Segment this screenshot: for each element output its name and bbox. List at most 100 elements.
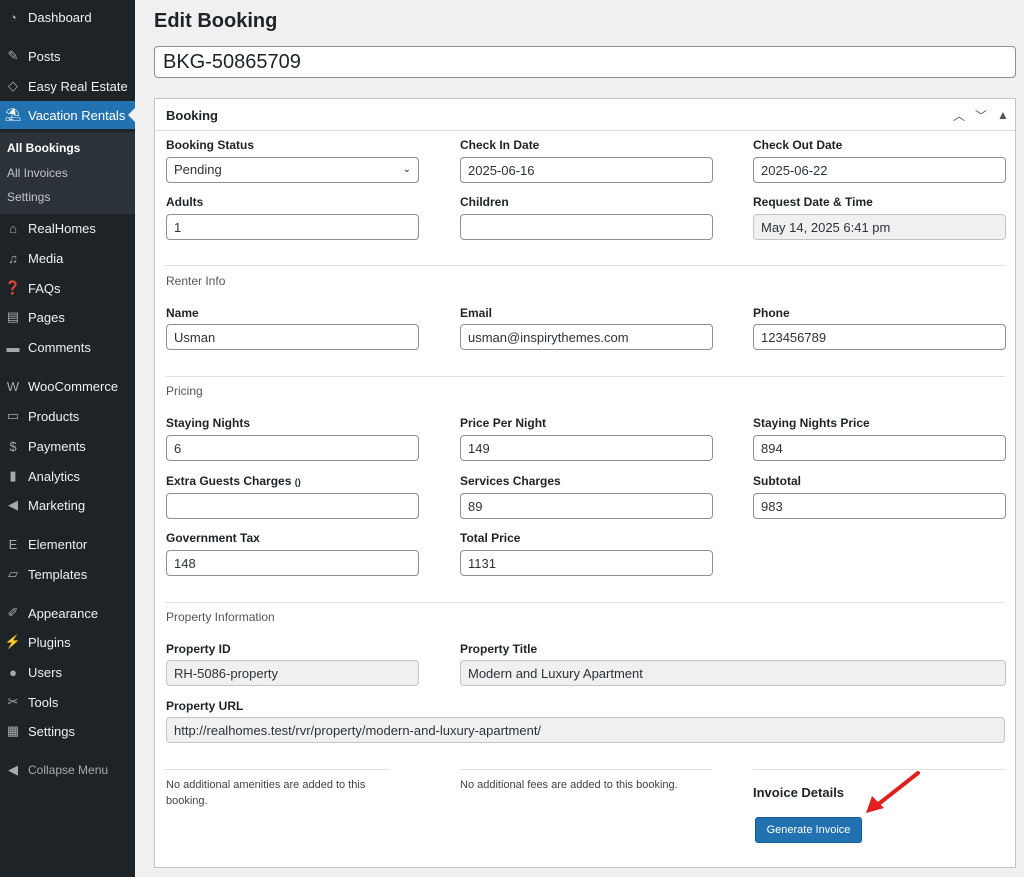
children-field[interactable]: [460, 214, 713, 240]
sidebar-item-label: Media: [28, 250, 64, 266]
folder-icon: ▱: [8, 566, 18, 581]
sidebar-item-label: Plugins: [28, 634, 71, 650]
sidebar-item-label: RealHomes: [28, 220, 96, 236]
analytics-icon: ▮: [9, 468, 17, 483]
check-in-field[interactable]: [460, 157, 713, 183]
faq-icon: ❓: [4, 280, 22, 295]
government-tax-field[interactable]: [166, 550, 419, 576]
sidebar-item-pages[interactable]: ▤ Pages: [0, 303, 135, 331]
sidebar-item-elementor[interactable]: E Elementor: [0, 530, 135, 558]
sidebar-item-dashboard[interactable]: ◔ Dashboard: [0, 3, 135, 31]
sidebar-item-label: Comments: [28, 339, 91, 355]
total-price-field[interactable]: [460, 550, 713, 576]
sidebar-item-users[interactable]: ● Users: [0, 658, 135, 686]
toggle-panel-icon[interactable]: ▲: [993, 105, 1013, 125]
page-title: Edit Booking: [154, 10, 278, 32]
sidebar-item-realhomes[interactable]: ⌂ RealHomes: [0, 214, 135, 242]
check-out-field[interactable]: [753, 157, 1006, 183]
fees-note: No additional fees are added to this boo…: [460, 779, 678, 791]
woocommerce-icon: W: [6, 378, 20, 394]
generate-invoice-button[interactable]: Generate Invoice: [755, 817, 862, 843]
sidebar-item-payments[interactable]: $ Payments: [0, 432, 135, 460]
children-label: Children: [460, 195, 509, 209]
subtotal-field[interactable]: [753, 493, 1006, 519]
sidebar-item-label: Elementor: [28, 536, 88, 552]
move-down-icon[interactable]: ﹀: [971, 105, 991, 125]
adults-field[interactable]: [166, 214, 419, 240]
submenu-item-all-bookings[interactable]: All Bookings: [7, 141, 80, 155]
comment-icon: ▬: [6, 339, 20, 355]
sidebar-item-woocommerce[interactable]: W WooCommerce: [0, 372, 135, 400]
sidebar-item-tools[interactable]: ✂ Tools: [0, 688, 135, 716]
sidebar-item-easy-real-estate[interactable]: ◇ Easy Real Estate: [0, 72, 135, 100]
extra-guests-label: Extra Guests Charges (): [166, 474, 301, 488]
sidebar-item-products[interactable]: ▭ Products: [0, 402, 135, 430]
pages-icon: ▤: [6, 309, 20, 324]
subtotal-label: Subtotal: [753, 474, 801, 488]
collapse-menu-button[interactable]: ◀ Collapse Menu: [0, 756, 135, 784]
total-price-label: Total Price: [460, 531, 521, 545]
metabox-header: Booking ︿ ﹀ ▲: [155, 99, 1015, 131]
check-in-label: Check In Date: [460, 138, 540, 152]
sidebar-item-label: Easy Real Estate: [28, 78, 128, 94]
sidebar-item-plugins[interactable]: ⚡ Plugins: [0, 628, 135, 656]
amenities-note: No additional amenities are added to thi…: [166, 779, 366, 807]
sidebar-item-posts[interactable]: ✎ Posts: [0, 42, 135, 70]
sidebar-item-label: Payments: [28, 438, 86, 454]
divider: [460, 769, 712, 770]
sidebar-item-marketing[interactable]: ◀ Marketing: [0, 491, 135, 519]
booking-status-select[interactable]: Pending ⌄: [166, 157, 419, 183]
sidebar-item-templates[interactable]: ▱ Templates: [0, 560, 135, 588]
move-up-icon[interactable]: ︿: [949, 105, 969, 125]
staying-nights-field[interactable]: [166, 435, 419, 461]
sidebar-item-appearance[interactable]: ✐ Appearance: [0, 599, 135, 627]
divider: [165, 602, 1005, 603]
staying-nights-label: Staying Nights: [166, 416, 251, 430]
staying-nights-price-field[interactable]: [753, 435, 1006, 461]
booking-status-value: Pending: [174, 162, 222, 177]
staying-nights-price-label: Staying Nights Price: [753, 416, 870, 430]
user-icon: ●: [9, 664, 17, 680]
price-per-night-field[interactable]: [460, 435, 713, 461]
name-label: Name: [166, 306, 199, 320]
phone-field[interactable]: [753, 324, 1006, 350]
sidebar-item-comments[interactable]: ▬ Comments: [0, 333, 135, 361]
booking-title-input[interactable]: [154, 46, 1016, 78]
renter-info-heading: Renter Info: [166, 274, 226, 288]
chevron-down-icon: ⌄: [402, 164, 411, 175]
sidebar-item-label: Tools: [28, 694, 59, 710]
sidebar-item-vacation-rentals[interactable]: ⛱ Vacation Rentals: [0, 101, 135, 129]
services-charges-field[interactable]: [460, 493, 713, 519]
name-field[interactable]: [166, 324, 419, 350]
admin-sidebar: ◔ Dashboard ✎ Posts ◇ Easy Real Estate ⛱ Vacati…: [0, 0, 135, 877]
sidebar-item-label: Dashboard: [28, 9, 92, 25]
price-per-night-label: Price Per Night: [460, 416, 547, 430]
property-url-field: [166, 717, 1005, 743]
property-id-field: [166, 660, 419, 686]
email-field[interactable]: [460, 324, 713, 350]
sidebar-item-media[interactable]: ♫ Media: [0, 244, 135, 272]
submenu-item-settings[interactable]: Settings: [7, 190, 50, 204]
sidebar-item-analytics[interactable]: ▮ Analytics: [0, 462, 135, 490]
divider: [165, 265, 1005, 266]
extra-guests-field[interactable]: [166, 493, 419, 519]
sidebar-item-faqs[interactable]: ❓ FAQs: [0, 274, 135, 302]
property-id-label: Property ID: [166, 642, 231, 656]
invoice-details-heading: Invoice Details: [753, 785, 845, 800]
products-icon: ▭: [6, 408, 20, 423]
plugin-icon: ⚡: [4, 634, 22, 649]
email-label: Email: [460, 306, 493, 320]
extra-guests-suffix: (): [294, 477, 301, 487]
pricing-heading: Pricing: [166, 384, 203, 398]
sidebar-item-label: Templates: [28, 566, 88, 582]
sidebar-item-label: Users: [28, 664, 62, 680]
property-url-label: Property URL: [166, 699, 244, 713]
booking-metabox: Booking ︿ ﹀ ▲ Booking Status Pending ⌄ C…: [154, 98, 1016, 868]
elementor-icon: E: [8, 536, 18, 552]
sidebar-item-label: Appearance: [28, 605, 99, 621]
submenu-item-all-invoices[interactable]: All Invoices: [7, 166, 68, 180]
booking-status-label: Booking Status: [166, 138, 255, 152]
sidebar-item-settings[interactable]: ▦ Settings: [0, 717, 135, 745]
dashboard-icon: ◔: [9, 9, 17, 25]
government-tax-label: Government Tax: [166, 531, 260, 545]
